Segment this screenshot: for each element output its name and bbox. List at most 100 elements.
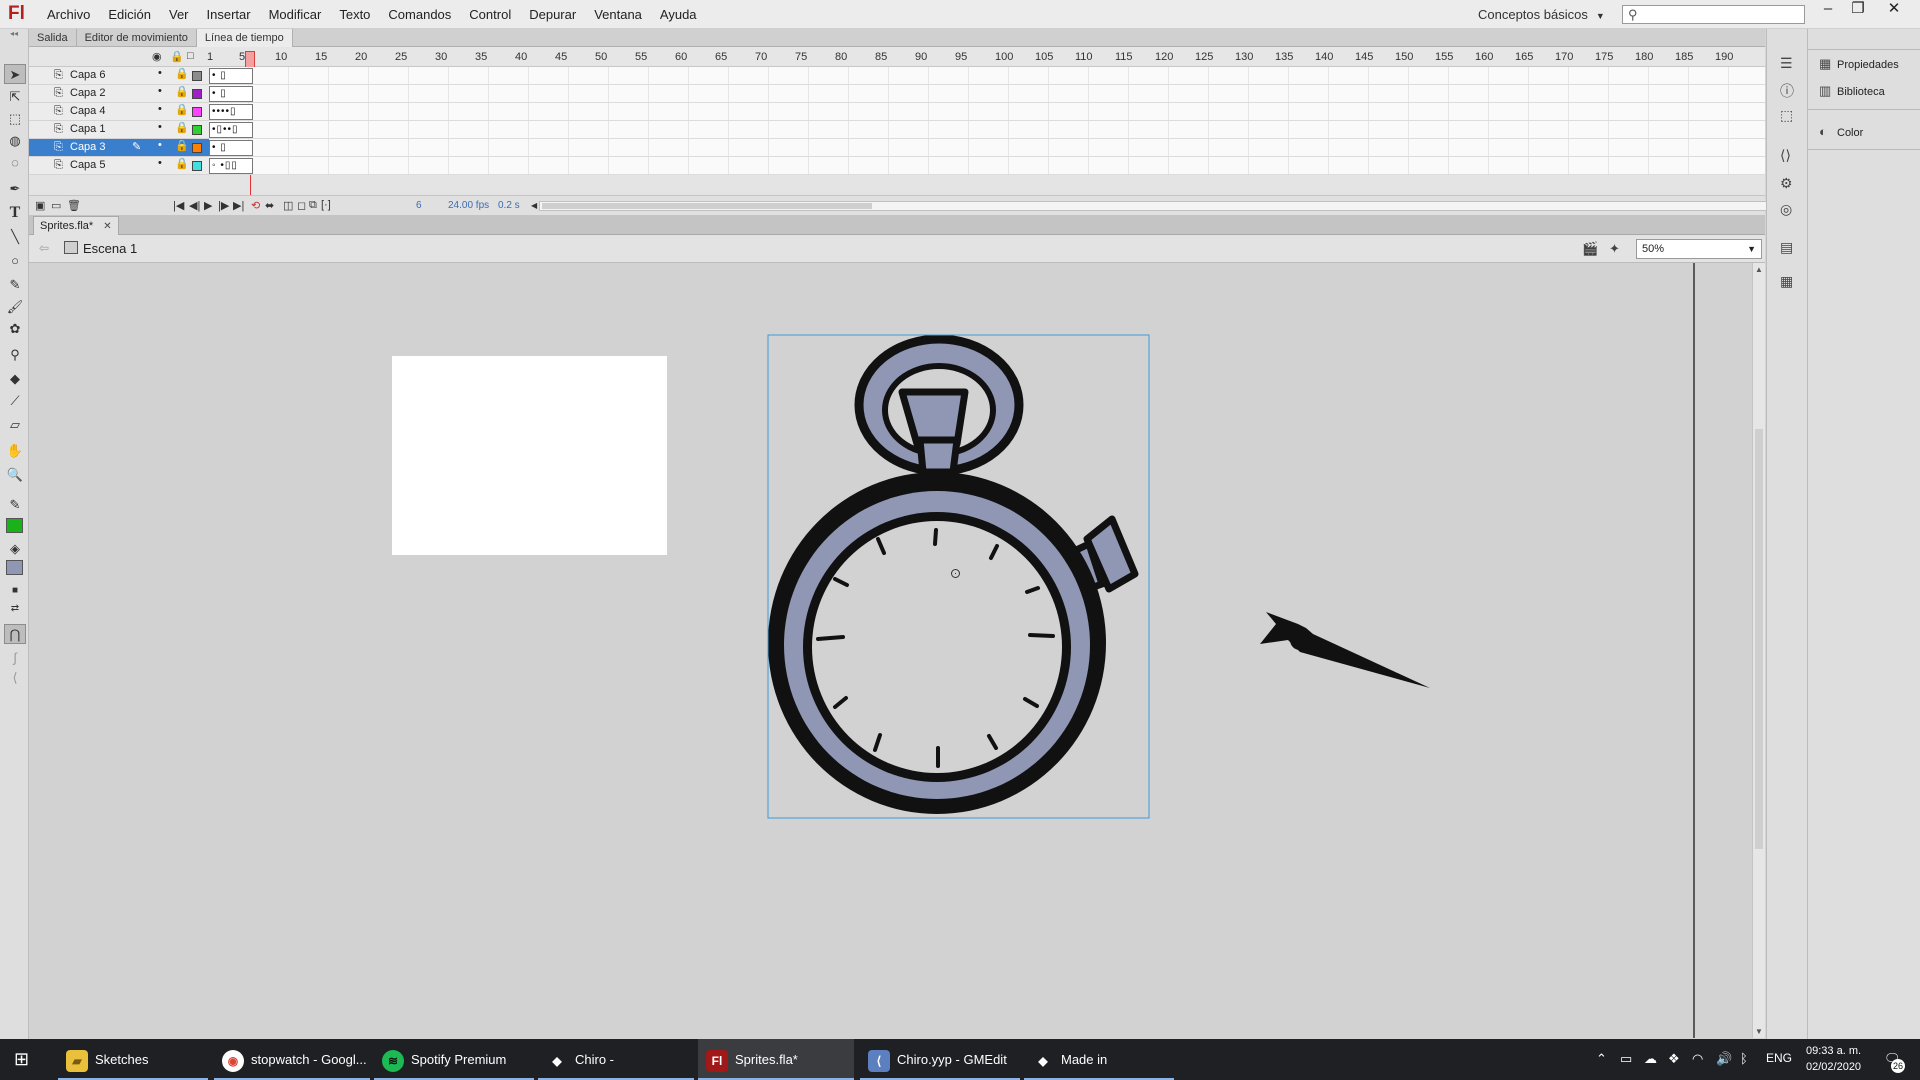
prev-frame-icon[interactable]: ◀|: [189, 199, 200, 212]
align-panel-icon[interactable]: ☰: [1780, 55, 1793, 72]
play-icon[interactable]: ▶: [204, 199, 212, 212]
taskbar-item[interactable]: ▰ Sketches: [58, 1039, 208, 1080]
snap-magnet-icon[interactable]: ⋂: [4, 624, 26, 644]
zoom-tool-icon[interactable]: 🔍: [4, 465, 26, 485]
lock-toggle[interactable]: 🔒: [175, 85, 189, 98]
fill-color-swatch[interactable]: [6, 560, 23, 575]
timeline-hscrollbar[interactable]: [539, 201, 1767, 211]
onion-outline-icon[interactable]: ◻: [297, 199, 306, 212]
edit-scene-icon[interactable]: 🎬: [1582, 241, 1598, 257]
frame-span[interactable]: • ▯: [209, 68, 253, 84]
menu-archivo[interactable]: Archivo: [38, 0, 99, 29]
frame-span[interactable]: ◦ •▯▯: [209, 158, 253, 174]
visibility-toggle[interactable]: •: [158, 157, 162, 169]
taskbar-item[interactable]: ⟨ Chiro.yyp - GMEdit: [860, 1039, 1020, 1080]
layer-frames[interactable]: • ▯: [209, 85, 1765, 103]
scroll-up-icon[interactable]: ▲: [1755, 265, 1763, 274]
scene-panel-icon[interactable]: ▦: [1780, 273, 1793, 290]
center-frame-icon[interactable]: ⬌: [265, 199, 274, 212]
back-arrow-icon[interactable]: ⇦: [39, 241, 49, 255]
visibility-toggle[interactable]: •: [158, 121, 162, 133]
layer-name-cell[interactable]: ⎘ Capa 4 • 🔒: [29, 103, 209, 121]
frame-span[interactable]: ••••▯: [209, 104, 253, 120]
info-panel-icon[interactable]: ⓘ: [1780, 81, 1794, 101]
onion-markers-icon[interactable]: [·]: [321, 199, 331, 211]
scroll-thumb[interactable]: [542, 203, 872, 209]
edit-multiple-frames-icon[interactable]: ⧉: [309, 199, 317, 212]
layer-row[interactable]: ⎘ Capa 5 • 🔒 ◦ •▯▯: [29, 157, 1765, 175]
battery-icon[interactable]: ▭: [1620, 1051, 1632, 1067]
tab-timeline[interactable]: Línea de tiempo: [196, 29, 293, 47]
lock-icon[interactable]: 🔒: [170, 50, 184, 63]
eye-icon[interactable]: ◉: [152, 50, 162, 63]
layer-row[interactable]: ⎘ Capa 4 • 🔒 ••••▯: [29, 103, 1765, 121]
layer-frames[interactable]: • ▯: [209, 67, 1765, 85]
onion-skin-icon[interactable]: ◫: [283, 199, 293, 212]
layer-name[interactable]: Capa 1: [70, 123, 105, 135]
lock-toggle[interactable]: 🔒: [175, 121, 189, 134]
playhead[interactable]: [245, 51, 255, 68]
paint-bucket-tool-icon[interactable]: ◆: [4, 369, 26, 389]
scroll-thumb[interactable]: [1755, 429, 1763, 849]
selection-tool-icon[interactable]: ➤: [4, 64, 26, 84]
onedrive-icon[interactable]: ☁: [1644, 1051, 1657, 1067]
deco-tool-icon[interactable]: ✿: [4, 319, 26, 339]
layer-name-cell[interactable]: ⎘ Capa 5 • 🔒: [29, 157, 209, 175]
default-colors-icon[interactable]: ■: [4, 581, 26, 601]
menu-control[interactable]: Control: [460, 0, 520, 29]
current-frame[interactable]: 6: [416, 200, 422, 211]
frame-span[interactable]: • ▯: [209, 140, 253, 156]
lock-toggle[interactable]: 🔒: [175, 103, 189, 116]
language-indicator[interactable]: ENG: [1766, 1051, 1792, 1065]
menu-ayuda[interactable]: Ayuda: [651, 0, 706, 29]
layer-name-cell[interactable]: ⎘ Capa 1 • 🔒: [29, 121, 209, 139]
menu-edicion[interactable]: Edición: [99, 0, 160, 29]
stroke-color-swatch[interactable]: [6, 518, 23, 533]
stopwatch-drawing[interactable]: [767, 334, 1151, 820]
menu-insertar[interactable]: Insertar: [198, 0, 260, 29]
lock-toggle[interactable]: 🔒: [175, 157, 189, 170]
restore-button[interactable]: ❐: [1842, 0, 1874, 20]
taskbar-item[interactable]: ≋ Spotify Premium: [374, 1039, 534, 1080]
layer-row[interactable]: ⎘ Capa 6 • 🔒 • ▯: [29, 67, 1765, 85]
bluetooth-icon[interactable]: ᛒ: [1740, 1051, 1748, 1066]
tab-document[interactable]: Sprites.fla* ✕: [33, 216, 119, 235]
layer-name-cell[interactable]: ⎘ Capa 3 ✎ • 🔒: [29, 139, 209, 157]
stage-white-rectangle[interactable]: [392, 356, 667, 555]
delete-layer-icon[interactable]: 🗑: [67, 199, 81, 212]
workspace-switcher[interactable]: Conceptos básicos ▼: [1478, 0, 1605, 29]
layer-name[interactable]: Capa 6: [70, 69, 105, 81]
frame-span[interactable]: • ▯: [209, 86, 253, 102]
taskbar-item[interactable]: ◆Chiro - GameMake...: [538, 1039, 694, 1080]
layer-outline-color[interactable]: [192, 89, 202, 99]
layer-name[interactable]: Capa 5: [70, 159, 105, 171]
layer-name-cell[interactable]: ⎘ Capa 6 • 🔒: [29, 67, 209, 85]
layer-outline-color[interactable]: [192, 107, 202, 117]
eraser-tool-icon[interactable]: ▱: [4, 415, 26, 435]
menu-ventana[interactable]: Ventana: [585, 0, 651, 29]
oval-tool-icon[interactable]: ○: [4, 251, 26, 271]
transform-panel-icon[interactable]: ⬚: [1780, 107, 1793, 124]
layer-outline-color[interactable]: [192, 125, 202, 135]
taskbar-item[interactable]: ◆Made in GameMak...: [1024, 1039, 1174, 1080]
hand-tool-icon[interactable]: ✋: [4, 441, 26, 461]
outline-icon[interactable]: □: [187, 50, 194, 62]
next-frame-icon[interactable]: |▶: [218, 199, 229, 212]
loop-icon[interactable]: ⟲: [251, 199, 260, 212]
zoom-select[interactable]: 50% ▼: [1636, 239, 1762, 259]
layer-row[interactable]: ⎘ Capa 3 ✎ • 🔒 • ▯: [29, 139, 1765, 157]
clock-hand-drawing[interactable]: [1258, 604, 1438, 688]
text-tool-icon[interactable]: T: [4, 203, 26, 223]
layer-frames[interactable]: ••••▯: [209, 103, 1765, 121]
new-folder-icon[interactable]: ▭: [51, 199, 61, 212]
subselection-tool-icon[interactable]: ⇱: [4, 87, 26, 107]
tab-motion-editor[interactable]: Editor de movimiento: [77, 29, 197, 47]
scroll-down-icon[interactable]: ▼: [1755, 1027, 1763, 1036]
brush-tool-icon[interactable]: 🖌: [4, 297, 26, 317]
layer-frames[interactable]: ◦ •▯▯: [209, 157, 1765, 175]
close-icon[interactable]: ✕: [103, 221, 111, 232]
visibility-toggle[interactable]: •: [158, 85, 162, 97]
layer-frames[interactable]: •▯••▯: [209, 121, 1765, 139]
3d-rotation-tool-icon[interactable]: ◍: [4, 131, 26, 151]
taskbar-item[interactable]: ◉ stopwatch - Googl...: [214, 1039, 370, 1080]
